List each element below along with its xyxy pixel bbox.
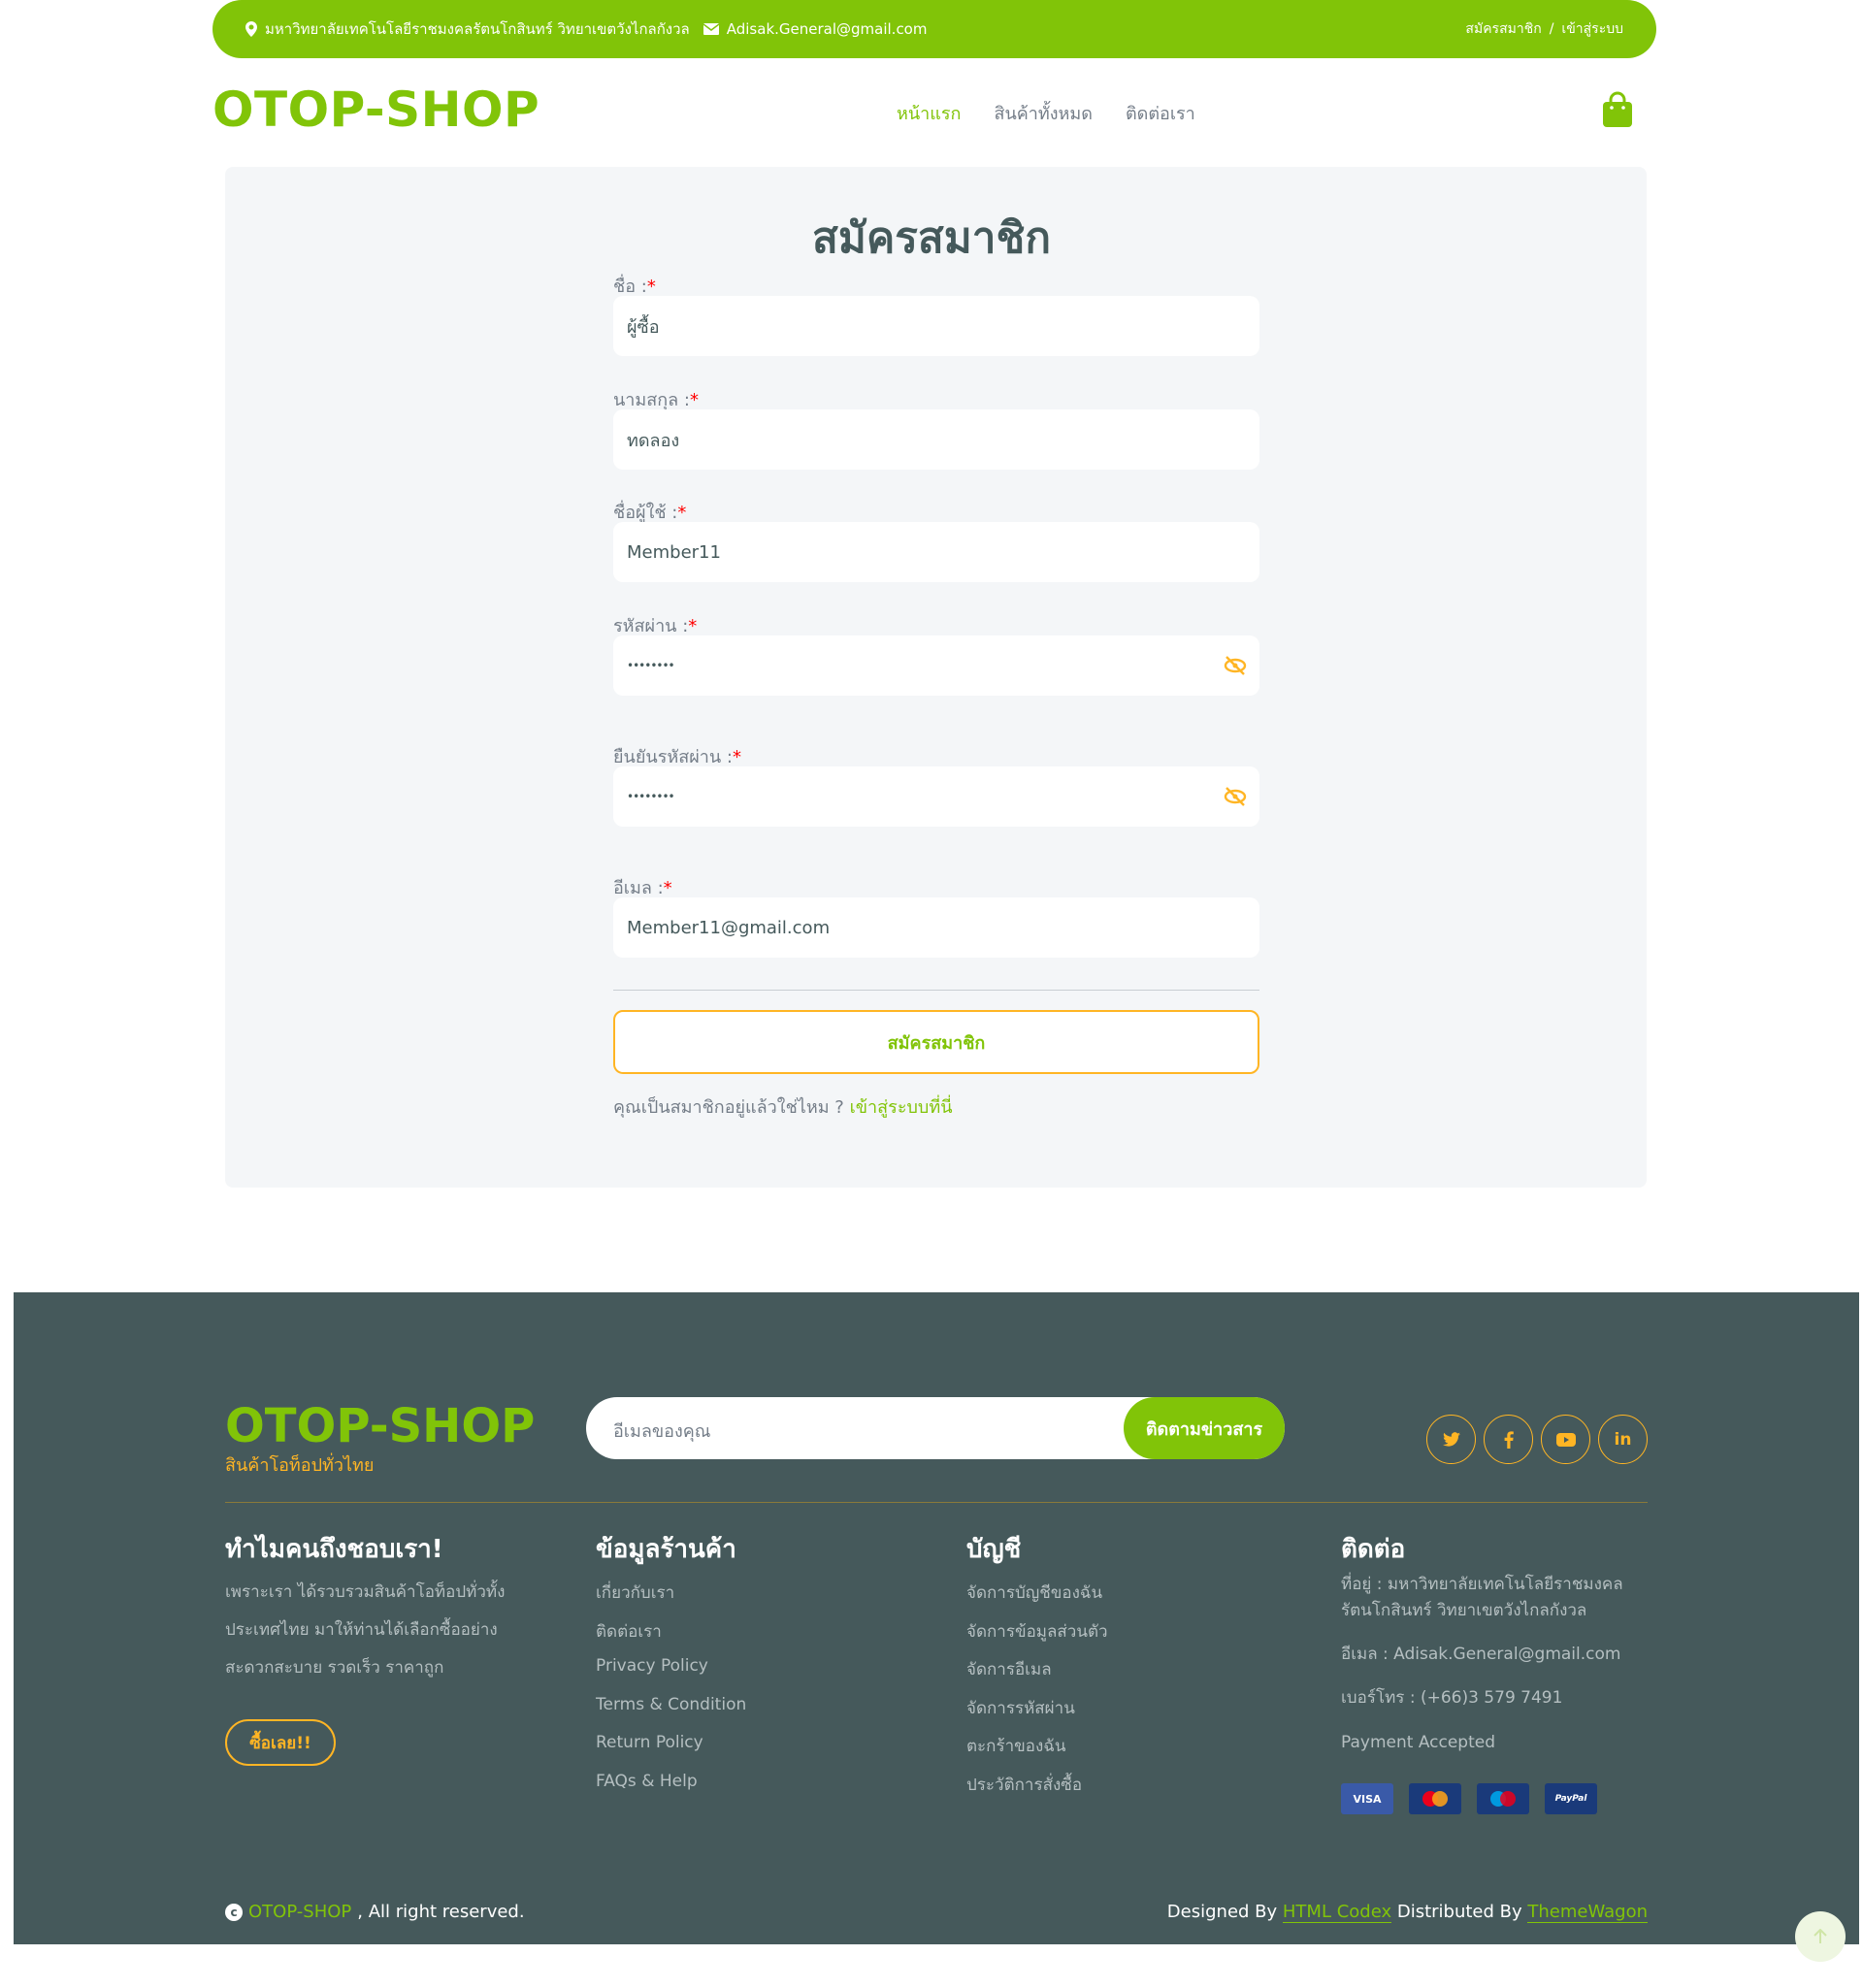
main-nav: หน้าแรก สินค้าทั้งหมด ติดต่อเรา	[897, 99, 1195, 127]
top-register-link[interactable]: สมัครสมาชิก	[1465, 18, 1541, 40]
top-login-link[interactable]: เข้าสู่ระบบ	[1561, 18, 1623, 40]
distributor-link[interactable]: ThemeWagon	[1527, 1902, 1648, 1923]
subscribe-button[interactable]: ติดตามข่าวสาร	[1124, 1397, 1285, 1459]
map-marker-icon	[245, 21, 257, 37]
last-name-field[interactable]: ทดลอง	[613, 409, 1259, 470]
footer-link-cart[interactable]: ตะกร้าของฉัน	[966, 1733, 1108, 1772]
footer-link-profile[interactable]: จัดการข้อมูลส่วนตัว	[966, 1618, 1108, 1657]
top-email: Adisak.General@gmail.com	[726, 20, 928, 38]
buy-now-button[interactable]: ซื้อเลย!!	[225, 1719, 336, 1766]
nav-products[interactable]: สินค้าทั้งหมด	[994, 99, 1093, 127]
contact-address: ที่อยู่ : มหาวิทยาลัยเทคโนโลยีราชมงคล รั…	[1341, 1575, 1623, 1620]
already-member-text: คุณเป็นสมาชิกอยู่แล้วใช่ไหม ? เข้าสู่ระบ…	[613, 1097, 953, 1118]
social-links: in	[1426, 1415, 1648, 1464]
mastercard-icon	[1409, 1783, 1461, 1814]
footer-link-password[interactable]: จัดการรหัสผ่าน	[966, 1695, 1108, 1734]
footer-link-about[interactable]: เกี่ยวกับเรา	[596, 1580, 746, 1618]
why-us-title: ทำไมคนถึงชอบเรา!	[225, 1535, 443, 1564]
footer-link-my-account[interactable]: จัดการบัญชีของฉัน	[966, 1580, 1108, 1618]
youtube-icon[interactable]	[1541, 1415, 1590, 1464]
facebook-icon[interactable]	[1484, 1415, 1533, 1464]
nav-home[interactable]: หน้าแรก	[897, 99, 961, 127]
eye-slash-icon[interactable]	[1223, 654, 1248, 677]
first-name-field[interactable]: ผู้ซื้อ	[613, 296, 1259, 356]
eye-slash-icon[interactable]	[1223, 785, 1248, 808]
nav-contact[interactable]: ติดต่อเรา	[1126, 99, 1195, 127]
confirm-password-field[interactable]: ••••••••	[613, 766, 1259, 827]
footer-link-faqs[interactable]: FAQs & Help	[596, 1772, 746, 1810]
payment-label: Payment Accepted	[1341, 1733, 1496, 1752]
top-address: มหาวิทยาลัยเทคโนโลยีราชมงคลรัตนโกสินทร์ …	[265, 20, 690, 38]
footer-link-return[interactable]: Return Policy	[596, 1733, 746, 1772]
footer-link-privacy[interactable]: Privacy Policy	[596, 1656, 746, 1695]
form-divider	[613, 990, 1259, 991]
username-field[interactable]: Member11	[613, 522, 1259, 582]
register-submit-button[interactable]: สมัครสมาชิก	[613, 1010, 1259, 1074]
page-title: สมัครสมาชิก	[812, 213, 1051, 263]
contact-title: ติดต่อ	[1341, 1535, 1406, 1564]
top-bar-auth: สมัครสมาชิก / เข้าสู่ระบบ	[1465, 18, 1623, 40]
shopping-bag-icon[interactable]	[1602, 91, 1633, 128]
site-logo[interactable]: OTOP-SHOP	[212, 81, 539, 138]
account-title: บัญชี	[966, 1535, 1022, 1564]
account-links: จัดการบัญชีของฉัน จัดการข้อมูลส่วนตัว จั…	[966, 1580, 1108, 1809]
contact-email: อีเมล : Adisak.General@gmail.com	[1341, 1645, 1621, 1664]
back-to-top-button[interactable]	[1795, 1911, 1846, 1962]
shop-info-title: ข้อมูลร้านค้า	[596, 1535, 736, 1564]
footer-link-terms[interactable]: Terms & Condition	[596, 1695, 746, 1734]
contact-phone: เบอร์โทร : (+66)3 579 7491	[1341, 1688, 1563, 1708]
copyright-icon: c	[225, 1903, 243, 1921]
credits: Designed By HTML Codex Distributed By Th…	[1166, 1902, 1648, 1923]
login-here-link[interactable]: เข้าสู่ระบบที่นี่	[850, 1097, 953, 1118]
footer-link-orders[interactable]: ประวัติการสั่งซื้อ	[966, 1772, 1108, 1810]
copyright: c OTOP-SHOP, All right reserved.	[225, 1902, 525, 1922]
top-separator: /	[1549, 21, 1554, 37]
email-field[interactable]: Member11@gmail.com	[613, 897, 1259, 958]
paypal-icon: PayPal	[1545, 1783, 1597, 1814]
envelope-icon	[703, 23, 719, 35]
newsletter-input[interactable]: อีเมลของคุณ	[613, 1417, 711, 1445]
footer-logo[interactable]: OTOP-SHOP	[225, 1399, 535, 1453]
shop-info-links: เกี่ยวกับเรา ติดต่อเรา Privacy Policy Te…	[596, 1580, 746, 1809]
why-us-text: เพราะเรา ได้รวบรวมสินค้าโอท็อปทั่วทั้ง ป…	[225, 1582, 506, 1678]
visa-card-icon: VISA	[1341, 1783, 1393, 1814]
copyright-brand-link[interactable]: OTOP-SHOP	[248, 1902, 351, 1922]
top-bar-info: มหาวิทยาลัยเทคโนโลยีราชมงคลรัตนโกสินทร์ …	[245, 17, 927, 41]
designer-link[interactable]: HTML Codex	[1282, 1902, 1392, 1923]
payment-cards: VISA PayPal	[1341, 1783, 1597, 1814]
footer-divider	[225, 1502, 1648, 1503]
footer-link-contact[interactable]: ติดต่อเรา	[596, 1618, 746, 1657]
twitter-icon[interactable]	[1426, 1415, 1476, 1464]
maestro-icon	[1477, 1783, 1529, 1814]
top-bar: มหาวิทยาลัยเทคโนโลยีราชมงคลรัตนโกสินทร์ …	[212, 0, 1656, 58]
newsletter-form: อีเมลของคุณ ติดตามข่าวสาร	[586, 1397, 1285, 1459]
password-field[interactable]: ••••••••	[613, 636, 1259, 696]
footer: OTOP-SHOP สินค้าโอท็อปทั่วไทย อีเมลของคุ…	[14, 1292, 1859, 1944]
arrow-up-icon	[1814, 1929, 1827, 1943]
footer-tagline: สินค้าโอท็อปทั่วไทย	[225, 1455, 375, 1476]
linkedin-icon[interactable]: in	[1598, 1415, 1648, 1464]
footer-link-email[interactable]: จัดการอีเมล	[966, 1656, 1108, 1695]
